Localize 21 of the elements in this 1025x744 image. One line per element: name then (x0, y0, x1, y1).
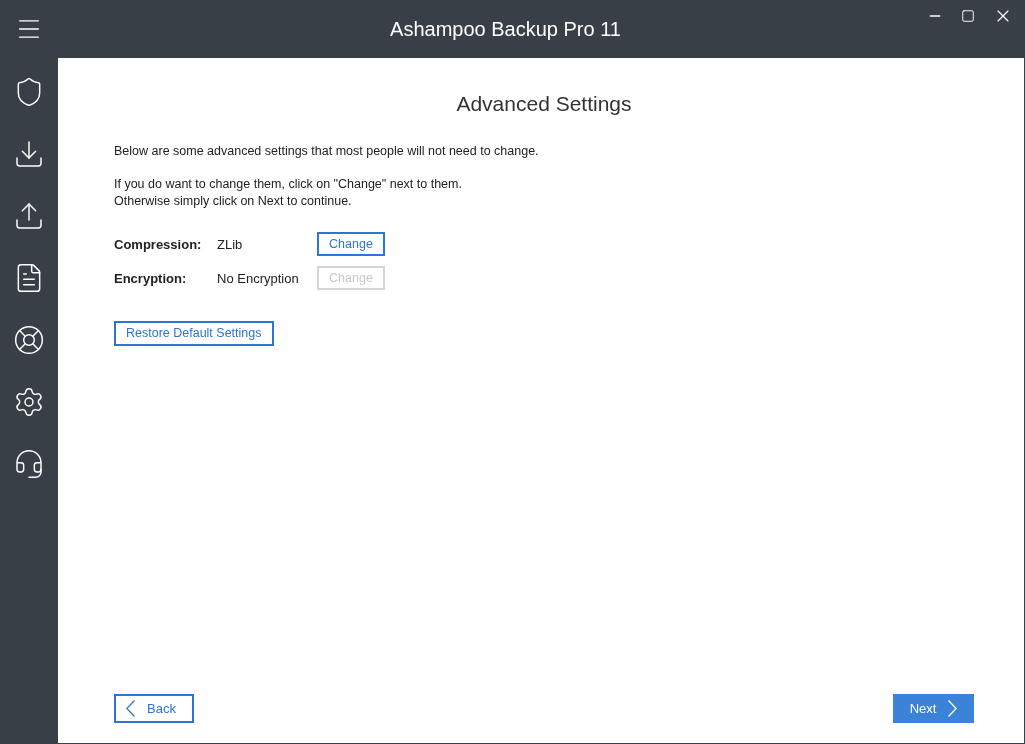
chevron-left-icon (126, 700, 135, 717)
settings-icon[interactable] (13, 386, 45, 418)
setting-value: ZLib (217, 235, 244, 254)
maximize-icon[interactable] (961, 9, 975, 23)
lifebuoy-icon[interactable] (13, 324, 45, 356)
intro-text: Below are some advanced settings that most people will not need to change. (114, 142, 540, 160)
chevron-right-icon (948, 700, 958, 717)
upload-icon[interactable] (13, 200, 45, 232)
setting-label: Encryption: (114, 269, 188, 288)
window-title: Ashampoo Backup Pro 11 (389, 17, 621, 42)
next-button[interactable]: Next (893, 694, 974, 723)
setting-label: Compression: (114, 235, 203, 254)
download-icon[interactable] (13, 138, 45, 170)
headset-icon[interactable] (13, 448, 45, 480)
page-heading: Advanced Settings (456, 91, 632, 117)
back-button[interactable]: Back (114, 694, 194, 723)
hint-text: If you do want to change them, click on "Change" next to them. (114, 176, 463, 194)
hint-text: Otherwise simply click on Next to continue. (114, 193, 353, 211)
setting-value: No Encryption (217, 269, 300, 288)
restore-defaults-button[interactable]: Restore Default Settings (114, 321, 274, 347)
change-button[interactable]: Change (317, 232, 385, 257)
